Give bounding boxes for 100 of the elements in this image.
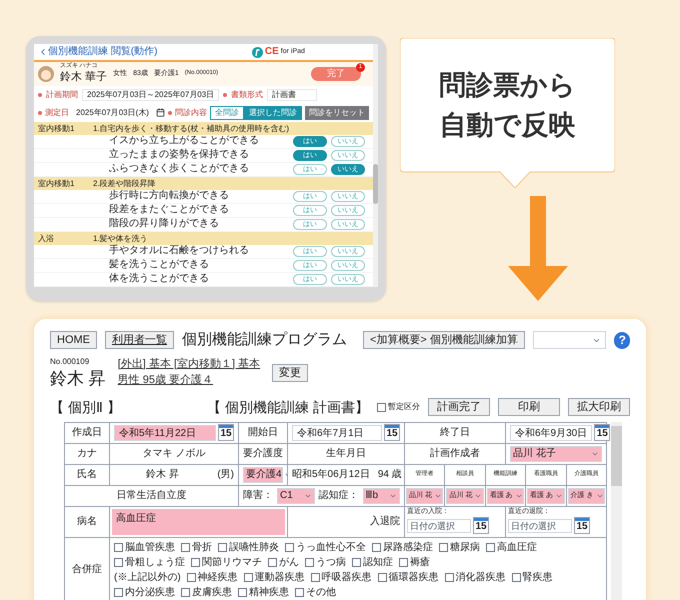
checkbox[interactable] (399, 558, 408, 567)
checkbox[interactable] (372, 542, 381, 552)
plan-title: 【 個別機能訓練 計画書】 (207, 398, 369, 417)
checkbox[interactable] (238, 588, 247, 597)
user-info-link[interactable]: [外出] 基本 [室内移動１] 基本 (118, 356, 260, 372)
table-label: 入退院 (370, 514, 400, 530)
question-text: 手やタオルに石鹸をつけられる (109, 245, 250, 258)
table-label: 作成日 (65, 422, 109, 443)
user-name: 鈴木 昇 (50, 368, 106, 389)
checkbox[interactable] (114, 588, 123, 597)
calendar-button[interactable]: 15 (594, 424, 610, 442)
checkbox[interactable] (285, 542, 294, 552)
checkbox-label: 運動器疾患 (254, 570, 305, 585)
calendar-icon (156, 108, 165, 117)
checkbox-label: 内分泌疾患 (125, 586, 175, 600)
checkbox-label: 脳血管疾患 (125, 540, 175, 555)
page-title: 個別機能訓練プログラム (182, 330, 347, 350)
checkbox[interactable] (310, 572, 320, 582)
checkbox-label: 腎疾患 (522, 570, 553, 585)
table-cell: タマキ ノボル (110, 444, 238, 464)
table-label: 病名 (65, 506, 109, 537)
checkbox[interactable] (486, 542, 495, 552)
action-button[interactable]: 印刷 (498, 398, 560, 416)
checkbox-label: 骨折 (192, 540, 212, 555)
table-label: 開始日 (239, 422, 287, 443)
addition-button[interactable]: <加算概要> 個別機能訓練加算 (363, 331, 525, 350)
checkbox[interactable] (512, 572, 521, 582)
period-field[interactable]: 2025年07月03日～2025年07月03日 (82, 88, 220, 100)
disease-field[interactable]: 高血圧症 (112, 508, 285, 535)
avatar (38, 66, 54, 82)
date-field[interactable]: 令和5年11月22日 (114, 424, 216, 441)
checkbox[interactable] (305, 558, 314, 567)
checkbox[interactable] (191, 558, 200, 567)
section-header: 入浴 1.髪や体を洗う (34, 232, 373, 245)
question-text: ふらつきなく歩くことができる (109, 163, 250, 176)
table-cell-text: 昭和5年06月12日 (292, 468, 370, 482)
date-field[interactable]: 日付の選択 (407, 518, 471, 533)
checkbox-label: 循環器疾患 (388, 570, 439, 585)
table-label: 計画作成者 (405, 444, 505, 464)
dropdown[interactable]: C1 (277, 488, 314, 504)
checkbox-label: 尿路感染症 (383, 540, 433, 555)
calendar-button[interactable]: 15 (574, 517, 590, 534)
checkbox-label: 褥瘡 (410, 556, 430, 570)
dropdown[interactable]: Ⅲb (362, 488, 400, 504)
field-label: 認知症： (318, 488, 358, 504)
select-field[interactable] (532, 331, 606, 350)
help-button[interactable]: ? (614, 332, 630, 349)
segment-tab[interactable]: 全問診 (210, 106, 244, 120)
date-field[interactable]: 日付の選択 (508, 518, 572, 533)
action-button[interactable]: 計画完了 (428, 398, 490, 416)
checkbox[interactable] (295, 588, 304, 597)
checkbox[interactable] (114, 558, 123, 567)
calendar-button[interactable]: 15 (218, 424, 234, 442)
table-label: カナ (65, 444, 109, 464)
checkbox-label: 糖尿病 (450, 540, 480, 555)
user-list-button[interactable]: 利用者一覧 (105, 331, 174, 350)
calendar-button[interactable]: 15 (384, 424, 400, 442)
back-link[interactable]: 個別機能訓練 閲覧(動作) (38, 46, 158, 58)
dropdown[interactable]: 品川 花子 (510, 446, 602, 462)
scrollbar-thumb[interactable] (611, 426, 622, 486)
document-type-field[interactable]: 計画書 (267, 88, 318, 100)
checkbox[interactable] (439, 542, 448, 552)
checkbox[interactable] (181, 588, 190, 597)
checkbox-label: 消化器疾患 (456, 570, 506, 585)
action-button[interactable]: 拡大印刷 (568, 398, 630, 416)
checkbox-label: 皮膚疾患 (192, 586, 232, 600)
field-label: 計画期間 (46, 90, 78, 100)
callout-text: 問診票から (439, 69, 576, 102)
table-label: 日常生活自立度 (65, 486, 238, 506)
checkbox[interactable] (444, 572, 454, 582)
reset-button[interactable]: 問診をリセット (304, 106, 369, 120)
segment-tab[interactable]: 選択した問診 (244, 106, 302, 120)
checkbox[interactable] (377, 402, 386, 412)
scrollbar-thumb[interactable] (372, 164, 378, 204)
checkbox-label: うつ病 (316, 556, 346, 570)
checkbox[interactable] (114, 542, 123, 552)
question-text: 体を洗うことができる (109, 273, 210, 286)
checkbox[interactable] (186, 572, 196, 582)
checkbox[interactable] (268, 558, 277, 567)
checkbox-label: 精神疾患 (249, 586, 289, 600)
question-text: 段差をまたぐことができる (109, 204, 230, 217)
checkbox[interactable] (218, 542, 227, 552)
table-label: 要介護度 (239, 444, 287, 464)
callout-text: 自動で反映 (440, 109, 576, 142)
checkbox-label: 骨粗しょう症 (125, 556, 185, 570)
home-button[interactable]: HOME (50, 331, 97, 350)
checkbox[interactable] (378, 572, 387, 582)
checkbox[interactable] (244, 572, 253, 582)
user-info-link[interactable]: 男性 95歳 要介護４ (118, 372, 260, 389)
date-field[interactable]: 2025年07月03日(木) (72, 108, 153, 118)
table-cell-text: (男) (217, 468, 234, 482)
change-button[interactable]: 変更 (272, 364, 308, 382)
checkbox-label: 関節リウマチ (202, 556, 262, 570)
checkbox[interactable] (352, 558, 361, 567)
table-label: 合併症 (65, 538, 109, 600)
checkbox[interactable] (181, 542, 190, 552)
date-field[interactable]: 令和6年7月1日 (292, 424, 382, 441)
date-field[interactable]: 令和6年9月30日 (510, 424, 592, 441)
checkbox-label: 誤嚥性肺炎 (229, 540, 279, 555)
calendar-button[interactable]: 15 (473, 517, 489, 534)
